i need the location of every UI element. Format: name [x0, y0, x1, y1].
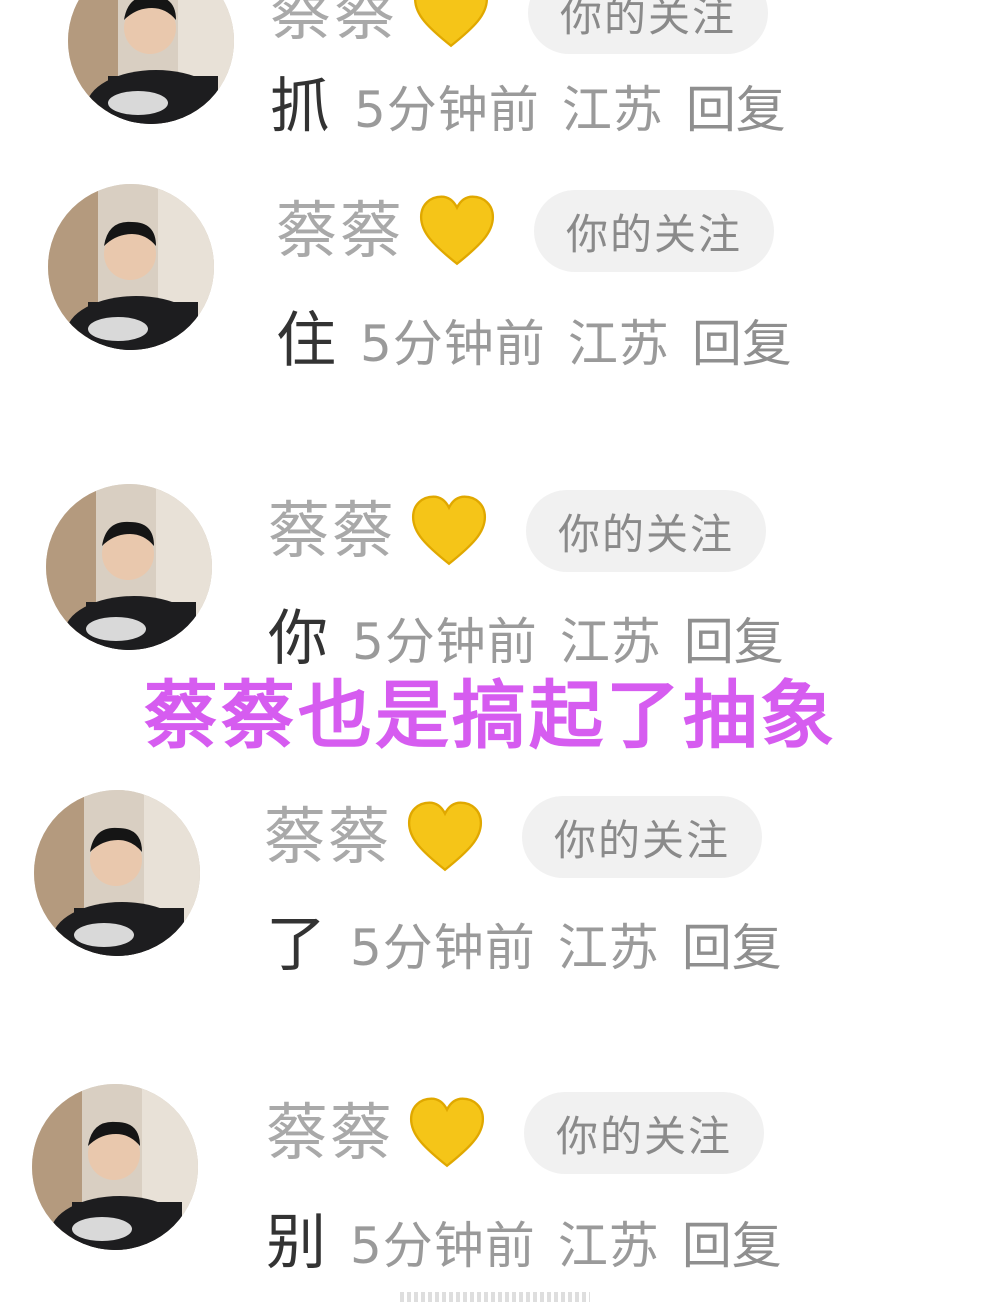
avatar[interactable] [68, 0, 234, 124]
comment-text-row: 你 5分钟前 江苏 回复 [268, 602, 784, 674]
avatar[interactable] [34, 790, 200, 956]
comment-item: 蔡蔡 你的关注 别 5分钟前 江苏 回复 [0, 1084, 981, 1284]
comment-meta: 5分钟前 江苏 [354, 70, 664, 142]
comment-time: 5分钟前 [352, 613, 538, 671]
comment-text: 抓 [270, 72, 330, 142]
name-row: 蔡蔡 你的关注 [276, 190, 775, 272]
comment-time: 5分钟前 [360, 315, 546, 373]
yellow-heart-icon [411, 495, 487, 566]
comment-location: 江苏 [561, 81, 664, 139]
comment-text: 别 [266, 1208, 326, 1278]
username[interactable]: 蔡蔡 [266, 1102, 394, 1164]
reply-button[interactable]: 回复 [682, 908, 782, 980]
name-row: 蔡蔡 你的关注 [264, 796, 763, 878]
following-badge: 你的关注 [526, 490, 767, 572]
avatar[interactable] [46, 484, 212, 650]
reply-button[interactable]: 回复 [686, 70, 786, 142]
username[interactable]: 蔡蔡 [264, 806, 392, 868]
comment-location: 江苏 [559, 613, 662, 671]
avatar-photo [46, 484, 212, 650]
avatar-photo [48, 184, 214, 350]
comment-text: 你 [268, 604, 328, 674]
yellow-heart-icon [414, 0, 488, 48]
reply-button[interactable]: 回复 [682, 1206, 782, 1278]
comment-location: 江苏 [557, 1217, 660, 1275]
following-badge: 你的关注 [534, 190, 775, 272]
username[interactable]: 蔡蔡 [268, 500, 396, 562]
yellow-heart-icon [407, 801, 483, 872]
comment-text-row: 住 5分钟前 江苏 回复 [276, 304, 792, 376]
username[interactable]: 蔡蔡 [276, 200, 404, 262]
reply-button[interactable]: 回复 [692, 304, 792, 376]
name-row: 蔡蔡 你的关注 [266, 1092, 765, 1174]
following-badge: 你的关注 [522, 796, 763, 878]
comment-time: 5分钟前 [350, 1217, 536, 1275]
comment-meta: 5分钟前 江苏 [352, 602, 662, 674]
reply-button[interactable]: 回复 [684, 602, 784, 674]
comment-text-row: 抓 5分钟前 江苏 回复 [270, 70, 786, 142]
name-row: 蔡蔡 你的关注 [268, 490, 767, 572]
comment-location: 江苏 [567, 315, 670, 373]
comment-meta: 5分钟前 江苏 [360, 304, 670, 376]
comment-item: 蔡蔡 你的关注 你 5分钟前 江苏 回复 [0, 484, 981, 684]
comment-time: 5分钟前 [350, 919, 536, 977]
comment-text: 住 [276, 306, 336, 376]
avatar-photo [68, 0, 234, 124]
avatar[interactable] [32, 1084, 198, 1250]
comment-location: 江苏 [557, 919, 660, 977]
avatar-photo [34, 790, 200, 956]
screenshot-stage: 蔡蔡 你的关注 抓 5分钟前 江苏 回复 蔡蔡 你的关注 住 5分钟前 江苏 回… [0, 0, 981, 1308]
overlay-caption: 蔡蔡也是搞起了抽象 [144, 673, 837, 759]
username[interactable]: 蔡蔡 [270, 0, 398, 44]
name-row: 蔡蔡 你的关注 [270, 0, 769, 54]
following-badge: 你的关注 [524, 1092, 765, 1174]
watermark-dots [400, 1292, 590, 1302]
comment-item: 蔡蔡 你的关注 了 5分钟前 江苏 回复 [0, 790, 981, 990]
comment-time: 5分钟前 [354, 81, 540, 139]
yellow-heart-icon [419, 195, 495, 266]
yellow-heart-icon [409, 1097, 485, 1168]
comment-meta: 5分钟前 江苏 [350, 1206, 660, 1278]
avatar-photo [32, 1084, 198, 1250]
following-badge: 你的关注 [528, 0, 769, 54]
comment-text-row: 了 5分钟前 江苏 回复 [266, 908, 782, 980]
comment-text-row: 别 5分钟前 江苏 回复 [266, 1206, 782, 1278]
comment-item: 蔡蔡 你的关注 抓 5分钟前 江苏 回复 [0, 0, 981, 158]
comment-text: 了 [266, 910, 326, 980]
avatar[interactable] [48, 184, 214, 350]
comment-item: 蔡蔡 你的关注 住 5分钟前 江苏 回复 [0, 184, 981, 384]
comment-meta: 5分钟前 江苏 [350, 908, 660, 980]
